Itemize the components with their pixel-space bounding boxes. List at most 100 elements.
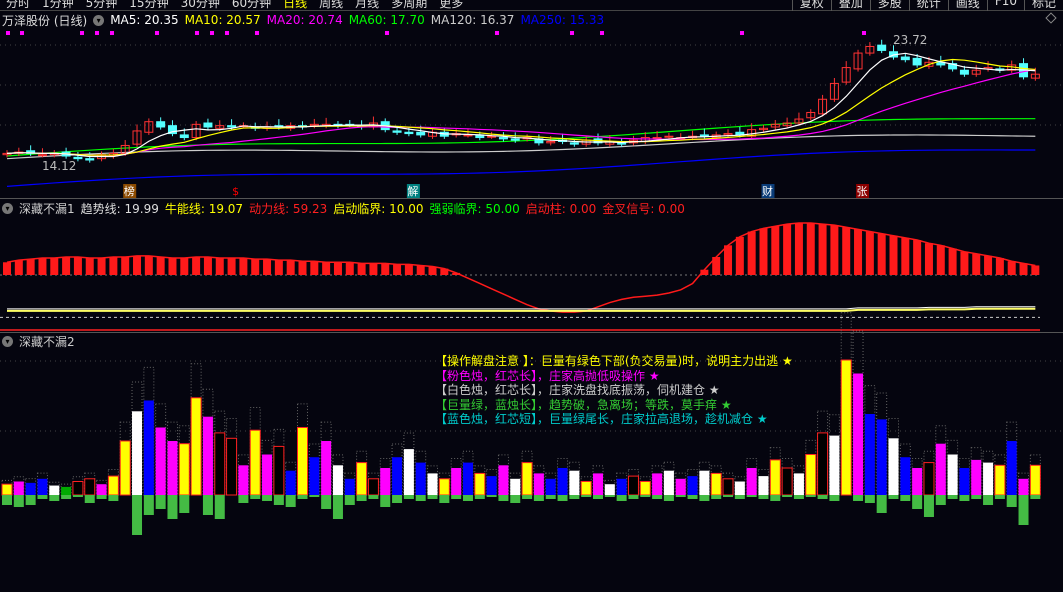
volume-negative-bar: [462, 495, 473, 501]
volume-bar: [37, 478, 48, 495]
volume-bar: [297, 427, 308, 496]
volume-negative-bar: [321, 495, 332, 509]
volume-bar: [1029, 464, 1041, 496]
volume-negative-bar: [829, 495, 840, 501]
volume-negative-bar: [994, 495, 1005, 499]
volume-negative-bar: [392, 495, 403, 503]
volume-negative-bar: [604, 495, 615, 497]
volume-bar: [758, 476, 769, 495]
volume-bar: [663, 470, 674, 495]
volume-bar: [616, 478, 627, 495]
volume-bar: [392, 457, 403, 495]
volume-negative-bar: [900, 495, 911, 501]
volume-negative-bar: [132, 495, 143, 535]
volume-bar: [25, 482, 36, 495]
volume-bar: [627, 475, 639, 496]
volume-bar: [947, 454, 958, 495]
volume-bar: [451, 468, 462, 495]
volume-negative-bar: [782, 495, 793, 497]
volume-bar: [367, 478, 379, 496]
volume-negative-bar: [663, 495, 674, 501]
volume-bar: [84, 478, 96, 496]
volume-negative-bar: [2, 495, 12, 505]
volume-bar: [580, 481, 592, 496]
volume-bar: [710, 472, 722, 496]
volume-negative-bar: [593, 495, 603, 499]
volume-bar: [61, 486, 72, 495]
volume-negative-bar: [864, 495, 875, 503]
volume-bar: [403, 449, 414, 495]
volume-bar: [652, 473, 663, 495]
volume-bar: [344, 478, 355, 495]
volume-negative-bar: [250, 495, 261, 499]
volume-negative-bar: [581, 495, 592, 497]
volume-bar: [853, 373, 864, 495]
volume-negative-bar: [557, 495, 568, 501]
volume-bar: [793, 473, 804, 495]
volume-bar: [959, 468, 970, 495]
volume-bar: [380, 468, 391, 495]
volume-bar: [734, 481, 745, 495]
volume-bar: [285, 470, 296, 495]
volume-bar: [533, 473, 544, 495]
volume-bar: [722, 478, 734, 496]
volume-bar: [746, 468, 757, 495]
volume-bar: [107, 475, 119, 496]
volume-bar: [49, 485, 60, 495]
volume-bar: [983, 462, 994, 495]
volume-negative-bar: [687, 495, 698, 499]
volume-bar: [486, 476, 497, 495]
volume-bar: [864, 414, 875, 495]
volume-negative-bar: [912, 495, 923, 509]
volume-negative-bar: [569, 495, 580, 499]
volume-bar: [321, 441, 332, 495]
volume-negative-bar: [652, 495, 663, 499]
volume-negative-bar: [356, 495, 367, 501]
volume-bar: [604, 484, 615, 495]
volume-bar: [1018, 478, 1029, 495]
volume-bar: [769, 459, 781, 496]
volume-bar: [202, 416, 213, 495]
volume-negative-bar: [1006, 495, 1017, 507]
legend: 【操作解盘注意 】：巨量有绿色下部(负交易量)时，说明主力出逃 ★ 【粉色烛，红芯…: [435, 354, 793, 427]
volume-bar: [971, 459, 982, 495]
volume-negative-bar: [309, 495, 320, 497]
volume-negative-bar: [214, 495, 225, 519]
volume-negative-bar: [344, 495, 355, 505]
volume-negative-bar: [108, 495, 119, 501]
volume-bar: [356, 462, 368, 496]
legend-line: 【粉色烛，红芯长】，庄家高抛低吸操作 ★: [435, 368, 660, 383]
volume-negative-bar: [876, 495, 887, 513]
volume-negative-bar: [285, 495, 296, 507]
volume-negative-bar: [202, 495, 213, 515]
legend-line: 【巨量绿，蓝烛长】，趋势破，急离场；等跌，莫手痒 ★: [435, 397, 732, 412]
volume-negative-bar: [545, 495, 556, 499]
volume-bar: [687, 476, 698, 495]
volume-bar: [994, 464, 1006, 496]
volume-bar: [1, 483, 13, 496]
volume-negative-bar: [675, 495, 686, 497]
volume-negative-bar: [1018, 495, 1029, 525]
volume-negative-bar: [770, 495, 781, 501]
volume-negative-bar: [498, 495, 509, 501]
volume-negative-bar: [923, 495, 934, 517]
volume-negative-bar: [297, 495, 308, 499]
volume-negative-bar: [983, 495, 994, 505]
volume-bar: [829, 435, 840, 495]
volume-negative-bar: [1030, 495, 1041, 499]
volume-bar: [273, 445, 285, 496]
volume-negative-bar: [84, 495, 95, 503]
volume-negative-bar: [155, 495, 166, 509]
volume-bar: [332, 465, 343, 495]
volume-negative-bar: [474, 495, 485, 499]
volume-bar: [569, 470, 580, 495]
volume-bar: [438, 478, 450, 496]
volume-bar: [840, 359, 852, 496]
volume-bar: [639, 481, 651, 496]
volume-bar: [167, 441, 178, 495]
volume-negative-bar: [72, 495, 83, 497]
volume-negative-bar: [380, 495, 391, 507]
legend-line: 【白色烛，红芯长】，庄家洗盘找底振荡，伺机建仓 ★: [435, 383, 720, 397]
volume-negative-bar: [522, 495, 533, 499]
volume-bar: [498, 465, 509, 495]
